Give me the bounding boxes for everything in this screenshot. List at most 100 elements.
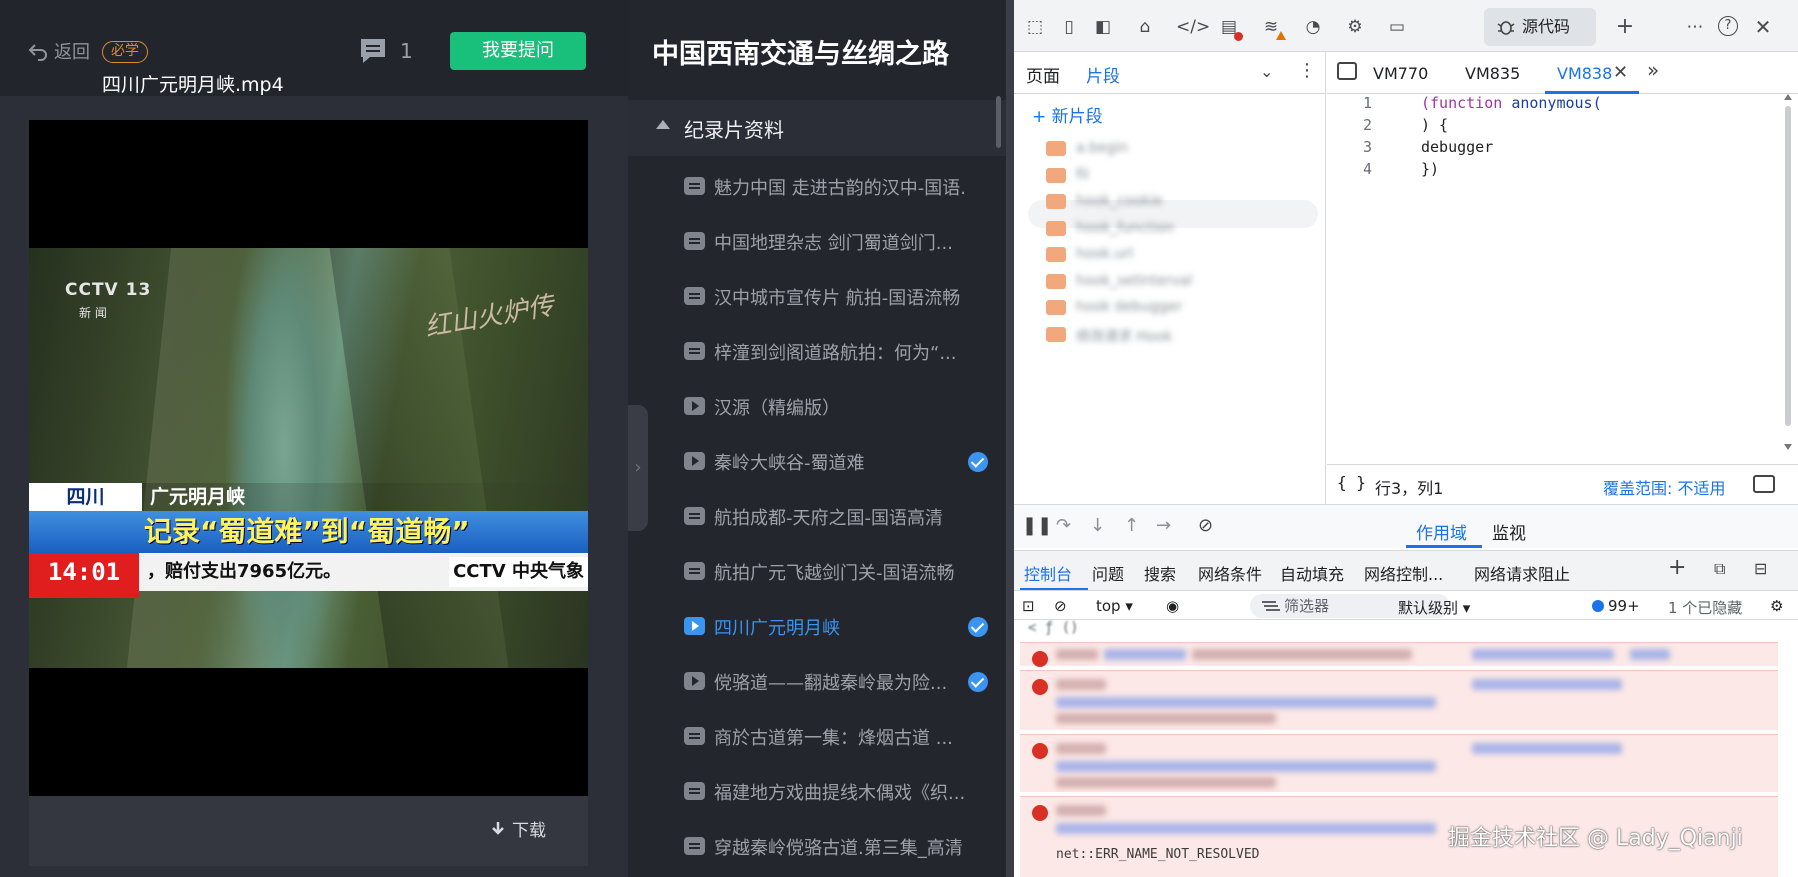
ticker-time: 14:01 bbox=[29, 553, 139, 598]
drawer-tab[interactable]: 自动填充 bbox=[1280, 561, 1344, 585]
help-icon[interactable]: ? bbox=[1718, 16, 1738, 36]
lesson-item[interactable]: 梓潼到剑阁道路航拍：何为“... bbox=[628, 325, 1006, 380]
elements-tab-icon[interactable]: </> bbox=[1176, 16, 1210, 38]
snippet-name: hook debugger bbox=[1076, 299, 1182, 315]
lesson-item[interactable]: 航拍成都-天府之国-国语高清 bbox=[628, 490, 1006, 545]
snippet-item[interactable]: hook_cookie bbox=[1046, 191, 1186, 211]
comments-button[interactable]: 1 bbox=[358, 36, 413, 66]
deactivate-breakpoints-icon[interactable]: ⊘ bbox=[1198, 515, 1213, 536]
editor-scrollbar[interactable] bbox=[1783, 94, 1793, 454]
editor-tab-vm835[interactable]: VM835 bbox=[1465, 64, 1520, 83]
coverage-download-icon[interactable] bbox=[1753, 475, 1775, 493]
snippet-item[interactable]: fil bbox=[1046, 165, 1186, 185]
line-number: 4 bbox=[1363, 160, 1373, 178]
console-error-row[interactable] bbox=[1020, 670, 1778, 730]
lesson-item[interactable]: 秦岭大峡谷-蜀道难 bbox=[628, 435, 1006, 490]
step-over-icon[interactable]: ↷ bbox=[1056, 515, 1071, 536]
drawer-tab[interactable]: 网络请求阻止 bbox=[1474, 561, 1570, 585]
dock-drawer-icon[interactable]: ⧉ bbox=[1714, 559, 1725, 579]
headline-text: 记录“蜀道难”到“蜀道畅” bbox=[144, 515, 470, 548]
toggle-navigator-icon[interactable] bbox=[1337, 62, 1357, 80]
tab-scope[interactable]: 作用域 bbox=[1416, 519, 1467, 544]
drawer-tab[interactable]: 网络控制... bbox=[1364, 561, 1443, 585]
tab-watch[interactable]: 监视 bbox=[1492, 519, 1526, 544]
drawer-tab[interactable]: 搜索 bbox=[1144, 561, 1176, 585]
code-editor[interactable]: 1 (function anonymous( 2 ) { 3 debugger … bbox=[1327, 94, 1798, 464]
snippet-item[interactable]: hook debugger bbox=[1046, 297, 1186, 317]
sources-tab[interactable]: 源代码 bbox=[1484, 8, 1596, 46]
performance-tab-icon[interactable]: ◔ bbox=[1302, 16, 1324, 38]
memory-tab-icon[interactable]: ⚙ bbox=[1344, 16, 1366, 38]
lesson-item[interactable]: 穿越秦岭傥骆古道.第三集_高清 bbox=[628, 820, 1006, 875]
lesson-item[interactable]: 汉中城市宣传片 航拍-国语流畅 bbox=[628, 270, 1006, 325]
lesson-item[interactable]: 魅力中国 走进古韵的汉中-国语... bbox=[628, 160, 1006, 215]
editor-tab-vm770[interactable]: VM770 bbox=[1373, 64, 1428, 83]
editor-status-bar: { } 行3，列1 覆盖范围: 不适用 bbox=[1327, 464, 1798, 504]
snippet-item[interactable]: a.begin bbox=[1046, 138, 1186, 158]
snippet-file-icon bbox=[1046, 220, 1066, 236]
snippet-item[interactable]: hook_setInterval bbox=[1046, 271, 1192, 291]
add-tab-icon[interactable]: + bbox=[1614, 16, 1636, 38]
ask-question-button[interactable]: 我要提问 bbox=[450, 32, 586, 70]
welcome-home-icon[interactable]: ⌂ bbox=[1134, 16, 1156, 38]
log-level-label: 默认级别 bbox=[1398, 599, 1459, 617]
tab-page[interactable]: 页面 bbox=[1026, 62, 1060, 87]
more-tabs-chevron-icon[interactable]: ⌄ bbox=[1260, 62, 1273, 81]
bug-icon bbox=[1497, 21, 1515, 35]
lesson-item[interactable]: 汉源（精编版） bbox=[628, 380, 1006, 435]
drawer-tab[interactable]: 问题 bbox=[1092, 561, 1124, 585]
close-devtools-icon[interactable]: ✕ bbox=[1752, 16, 1774, 38]
step-out-icon[interactable]: ↑ bbox=[1124, 515, 1139, 536]
console-error-row[interactable] bbox=[1020, 642, 1778, 667]
lesson-title: 福建地方戏曲提线木偶戏《织... bbox=[714, 783, 964, 804]
tab-snippets[interactable]: 片段 bbox=[1086, 62, 1120, 87]
snippet-item[interactable]: hook.url bbox=[1046, 244, 1186, 264]
issues-counter[interactable]: 99+ bbox=[1592, 597, 1640, 615]
lesson-item[interactable]: 航拍广元飞越剑门关-国语流畅 bbox=[628, 545, 1006, 600]
application-tab-icon[interactable]: ▭ bbox=[1386, 16, 1408, 38]
console-settings-gear-icon[interactable]: ⚙ bbox=[1770, 597, 1783, 615]
more-options-icon[interactable]: ⋯ bbox=[1684, 16, 1706, 38]
add-drawer-tab-icon[interactable]: + bbox=[1668, 555, 1686, 580]
lesson-item[interactable]: 四川广元明月峡 bbox=[628, 600, 1006, 655]
player-header: 返回 必学 1 我要提问 四川广元明月峡.mp4 bbox=[0, 0, 628, 96]
editor-tabs: VM770 VM835 VM838 ✕ » bbox=[1327, 52, 1798, 94]
step-into-icon[interactable]: ↓ bbox=[1090, 515, 1105, 536]
step-icon[interactable]: → bbox=[1156, 515, 1171, 536]
close-tab-icon[interactable]: ✕ bbox=[1613, 62, 1628, 83]
dock-side-icon[interactable]: ◧ bbox=[1092, 16, 1114, 38]
editor-tab-vm838[interactable]: VM838 bbox=[1557, 64, 1612, 83]
lesson-item[interactable]: 傥骆道——翻越秦岭最为险... bbox=[628, 655, 1006, 710]
video-player-panel: 返回 必学 1 我要提问 四川广元明月峡.mp4 CCTV 13 新 闻 红山火… bbox=[0, 0, 628, 877]
live-expression-eye-icon[interactable]: ◉ bbox=[1166, 597, 1179, 615]
pause-resume-icon[interactable]: ❚❚ bbox=[1022, 515, 1052, 536]
device-toolbar-icon[interactable]: ▯ bbox=[1058, 16, 1080, 38]
course-scrollbar[interactable] bbox=[996, 96, 1001, 148]
console-error-row[interactable] bbox=[1020, 734, 1778, 792]
video-viewport[interactable]: CCTV 13 新 闻 红山火炉传 四川 广元明月峡 记录“蜀道难”到“蜀道畅”… bbox=[29, 120, 588, 796]
console-result-line: < ƒ () bbox=[1028, 620, 1079, 636]
download-button[interactable]: 下载 bbox=[490, 816, 546, 841]
lesson-item[interactable]: 商於古道第一集：烽烟古道 ... bbox=[628, 710, 1006, 765]
coverage-link[interactable]: 覆盖范围: 不适用 bbox=[1603, 475, 1725, 499]
snippet-item[interactable]: hook_function bbox=[1046, 218, 1186, 238]
drawer-tab[interactable]: 网络条件 bbox=[1198, 561, 1262, 585]
snippet-item[interactable]: 修改请求 Hook bbox=[1046, 324, 1186, 345]
log-level-dropdown[interactable]: 默认级别 ▾ bbox=[1398, 597, 1470, 618]
sidebar-toggle-icon[interactable]: ⊡ bbox=[1022, 597, 1035, 615]
close-drawer-icon[interactable]: ⊟ bbox=[1754, 559, 1767, 578]
lesson-item[interactable]: 福建地方戏曲提线木偶戏《织... bbox=[628, 765, 1006, 820]
channel-logo: CCTV 13 bbox=[65, 280, 152, 300]
clear-console-icon[interactable]: ⊘ bbox=[1054, 597, 1067, 615]
drawer-tab[interactable]: 控制台 bbox=[1024, 561, 1072, 585]
inspect-element-icon[interactable]: ⬚ bbox=[1024, 16, 1046, 38]
navigator-menu-icon[interactable]: ⋮ bbox=[1298, 60, 1316, 81]
context-selector[interactable]: top ▾ bbox=[1096, 597, 1133, 615]
lesson-item[interactable]: 中国地理杂志 剑门蜀道剑门... bbox=[628, 215, 1006, 270]
province-label: 四川 bbox=[29, 483, 142, 511]
back-button[interactable]: 返回 bbox=[26, 38, 90, 64]
section-header[interactable]: 纪录片资料 bbox=[628, 100, 1006, 156]
pretty-print-button[interactable]: { } bbox=[1337, 473, 1366, 492]
more-editor-tabs-icon[interactable]: » bbox=[1647, 58, 1659, 82]
new-snippet-button[interactable]: + 新片段 bbox=[1032, 102, 1103, 127]
